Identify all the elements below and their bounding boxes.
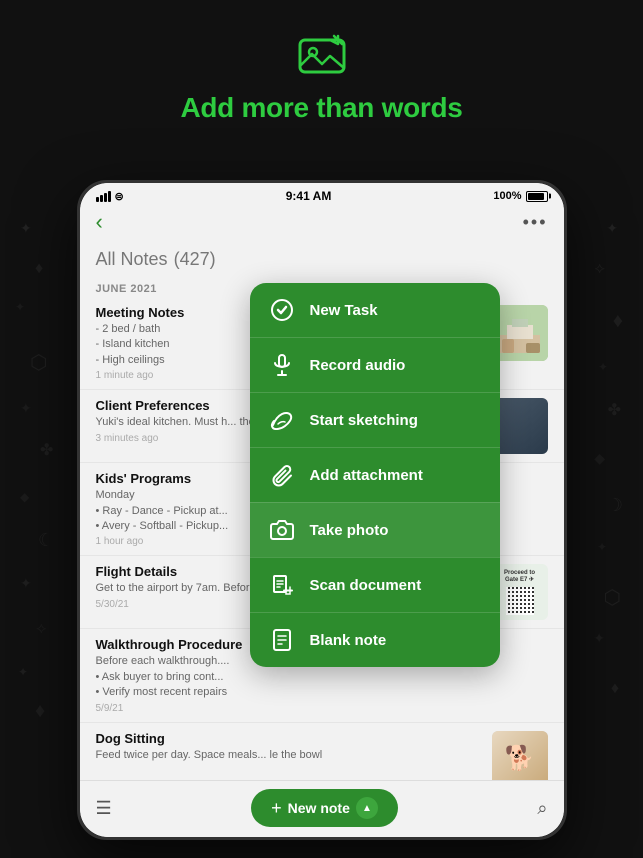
- menu-item-new-task[interactable]: New Task: [250, 283, 500, 337]
- menu-item-take-photo[interactable]: Take photo: [250, 502, 500, 557]
- nav-bar: ‹ •••: [80, 205, 564, 241]
- note-thumbnail: 🐕: [492, 731, 548, 780]
- note-body: Feed twice per day. Space meals... le th…: [96, 748, 482, 763]
- new-note-button[interactable]: + New note ▲: [251, 789, 398, 827]
- more-button[interactable]: •••: [523, 212, 548, 233]
- status-left: ⊜: [96, 190, 124, 203]
- hero-section: Add more than words: [0, 30, 643, 124]
- all-notes-title: All Notes (427): [96, 245, 548, 271]
- search-icon[interactable]: ⌕: [537, 798, 547, 819]
- menu-label: Take photo: [310, 522, 389, 539]
- attachment-icon: [268, 461, 296, 489]
- back-button[interactable]: ‹: [96, 209, 103, 235]
- menu-item-blank-note[interactable]: Blank note: [250, 612, 500, 667]
- device-frame: ⊜ 9:41 AM 100% ‹ ••• All Notes (427) JUN…: [77, 180, 567, 840]
- note-thumbnail: Proceed toGate E7 ✈: [492, 564, 548, 620]
- note-content: Dog Sitting Feed twice per day. Space me…: [96, 731, 492, 765]
- sketch-icon: [268, 406, 296, 434]
- action-menu: New Task Record audio: [250, 283, 500, 667]
- menu-item-add-attachment[interactable]: Add attachment: [250, 447, 500, 502]
- status-time: 9:41 AM: [286, 189, 332, 203]
- menu-label: Record audio: [310, 357, 406, 374]
- menu-item-record-audio[interactable]: Record audio: [250, 337, 500, 392]
- plus-icon: +: [271, 798, 282, 819]
- battery-label: 100%: [493, 190, 521, 202]
- microphone-icon: [268, 351, 296, 379]
- scan-icon: [268, 571, 296, 599]
- menu-icon[interactable]: ☰: [96, 798, 112, 819]
- status-right: 100%: [493, 190, 547, 202]
- note-item[interactable]: Dog Sitting Feed twice per day. Space me…: [80, 722, 564, 780]
- camera-icon: [268, 516, 296, 544]
- task-icon: [268, 296, 296, 324]
- hero-title: Add more than words: [180, 92, 462, 124]
- menu-item-scan-document[interactable]: Scan document: [250, 557, 500, 612]
- note-time: 5/9/21: [96, 703, 538, 714]
- note-thumbnail: [492, 305, 548, 361]
- hero-image-icon: [296, 30, 348, 82]
- battery-icon: [526, 191, 548, 202]
- note-title: Dog Sitting: [96, 731, 482, 746]
- menu-label: Start sketching: [310, 412, 418, 429]
- menu-label: Blank note: [310, 632, 387, 649]
- all-notes-header: All Notes (427): [80, 241, 564, 277]
- new-note-label: New note: [288, 800, 350, 816]
- note-thumbnail: [492, 398, 548, 454]
- menu-item-start-sketching[interactable]: Start sketching: [250, 392, 500, 447]
- wifi-icon: ⊜: [115, 190, 124, 203]
- menu-label: New Task: [310, 302, 378, 319]
- menu-label: Scan document: [310, 577, 422, 594]
- chevron-up-icon[interactable]: ▲: [356, 797, 378, 819]
- signal-bars: [96, 191, 111, 202]
- status-bar: ⊜ 9:41 AM 100%: [80, 183, 564, 205]
- bottom-bar: ☰ + New note ▲ ⌕: [80, 780, 564, 837]
- menu-label: Add attachment: [310, 467, 423, 484]
- device-screen: ⊜ 9:41 AM 100% ‹ ••• All Notes (427) JUN…: [80, 183, 564, 837]
- blank-note-icon: [268, 626, 296, 654]
